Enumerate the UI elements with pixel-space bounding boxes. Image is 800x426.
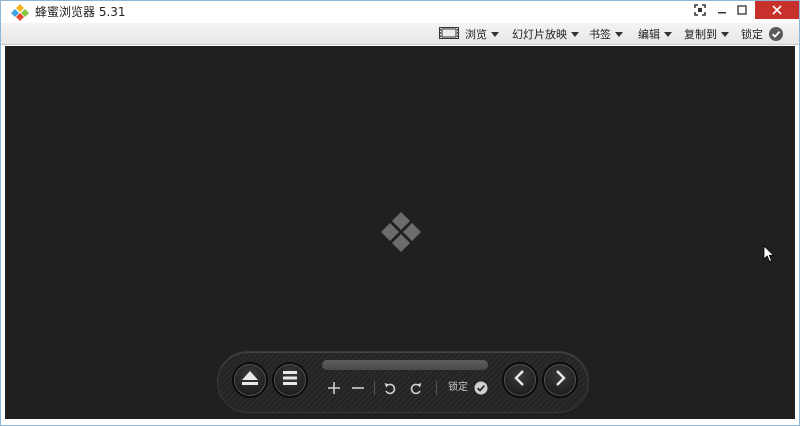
- menu-lines-icon: [282, 370, 298, 390]
- eject-button[interactable]: [232, 362, 268, 398]
- menu-label: 锁定: [741, 28, 763, 41]
- honeyview-logo-icon: [11, 4, 29, 21]
- filmstrip-icon: [439, 26, 459, 42]
- caret-down-icon: [491, 31, 499, 37]
- chevron-right-icon: [553, 370, 567, 390]
- menu-lock[interactable]: 锁定: [741, 23, 783, 45]
- minus-icon[interactable]: [350, 380, 366, 396]
- close-icon[interactable]: [755, 1, 799, 19]
- rotate-right-icon[interactable]: [408, 380, 424, 396]
- menu-edit[interactable]: 编辑: [638, 23, 672, 45]
- caret-down-icon: [571, 31, 579, 37]
- app-window: 蜂蜜浏览器 5.31 浏览 幻灯片放映 书签 编辑 复制到 锁定 锁定: [0, 0, 800, 426]
- lock-label[interactable]: 锁定: [448, 381, 468, 395]
- caret-down-icon: [721, 31, 729, 37]
- menu-button[interactable]: [272, 362, 308, 398]
- eject-icon: [241, 370, 259, 390]
- check-circle-icon: [769, 27, 783, 41]
- window-title: 蜂蜜浏览器 5.31: [35, 5, 126, 19]
- menu-bar: 浏览 幻灯片放映 书签 编辑 复制到 锁定: [1, 23, 799, 45]
- menu-browse[interactable]: 浏览: [439, 23, 499, 45]
- chevron-left-icon: [513, 370, 527, 390]
- mouse-cursor-icon: [763, 245, 775, 267]
- check-circle-icon[interactable]: [474, 380, 488, 395]
- menu-copy-to[interactable]: 复制到: [684, 23, 729, 45]
- plus-icon[interactable]: [326, 380, 342, 396]
- minimize-icon[interactable]: [712, 1, 732, 19]
- menu-label: 编辑: [638, 28, 660, 41]
- honeyview-placeholder-icon: [376, 212, 426, 260]
- seek-bar[interactable]: [322, 360, 488, 370]
- menu-label: 书签: [589, 28, 611, 41]
- menu-label: 复制到: [684, 28, 717, 41]
- menu-bookmarks[interactable]: 书签: [589, 23, 623, 45]
- rotate-left-icon[interactable]: [382, 380, 398, 396]
- caret-down-icon: [615, 31, 623, 37]
- fullscreen-icon[interactable]: [689, 1, 711, 19]
- control-bar: 锁定: [217, 351, 589, 413]
- toolbar-divider: [374, 381, 375, 395]
- maximize-icon[interactable]: [732, 1, 752, 19]
- previous-button[interactable]: [502, 362, 538, 398]
- next-button[interactable]: [542, 362, 578, 398]
- menu-label: 浏览: [465, 28, 487, 41]
- menu-slideshow[interactable]: 幻灯片放映: [512, 23, 579, 45]
- toolbar-divider: [436, 381, 437, 395]
- caret-down-icon: [664, 31, 672, 37]
- title-bar[interactable]: 蜂蜜浏览器 5.31: [1, 1, 799, 23]
- menu-label: 幻灯片放映: [512, 28, 567, 41]
- image-viewer[interactable]: 锁定: [5, 46, 795, 419]
